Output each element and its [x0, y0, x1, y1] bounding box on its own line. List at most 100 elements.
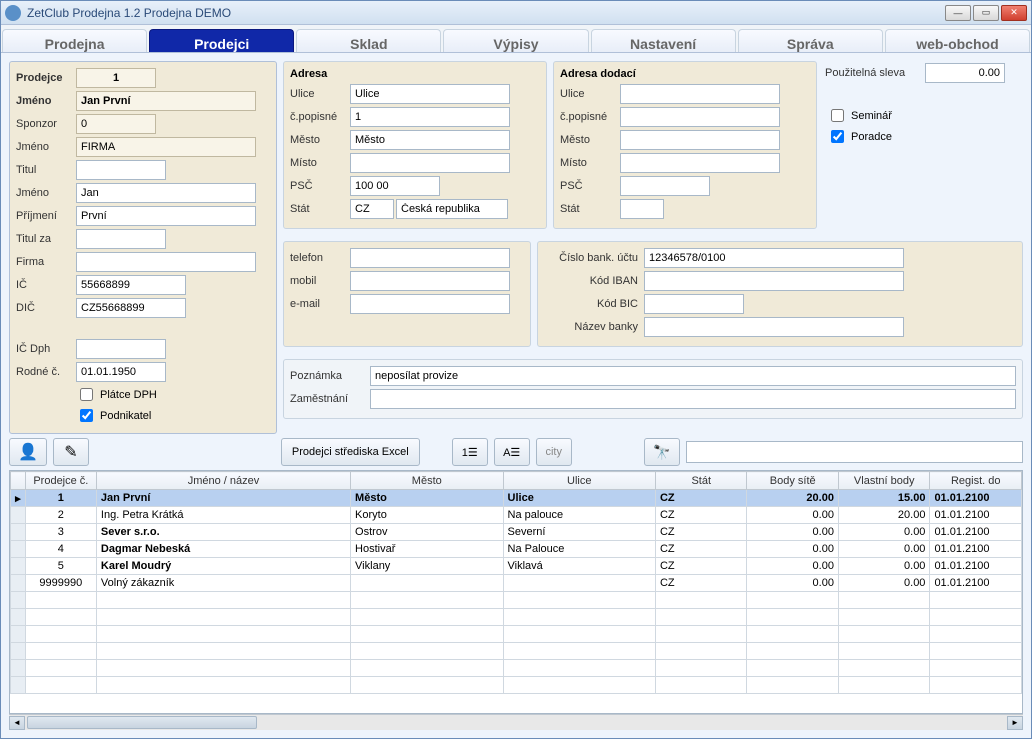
field-rodne[interactable] — [76, 362, 166, 382]
titlebar: ZetClub Prodejna 1.2 Prodejna DEMO — ▭ ✕ — [1, 1, 1031, 25]
horizontal-scrollbar[interactable]: ◄ ► — [9, 714, 1023, 730]
label-poradce: Poradce — [851, 131, 892, 143]
column-header[interactable]: Prodejce č. — [25, 472, 96, 490]
field-dic[interactable] — [76, 298, 186, 318]
field-bic[interactable] — [644, 294, 744, 314]
label-adresa-stat: Stát — [290, 203, 350, 215]
field-dodaci-stat[interactable] — [620, 199, 664, 219]
table-row[interactable]: 2Ing. Petra KrátkáKorytoNa palouceCZ0.00… — [11, 507, 1022, 524]
close-button[interactable]: ✕ — [1001, 5, 1027, 21]
field-nazev-banky[interactable] — [644, 317, 904, 337]
column-header[interactable]: Regist. do — [930, 472, 1022, 490]
field-sponzor[interactable] — [76, 114, 156, 134]
label-platce: Plátce DPH — [100, 389, 157, 401]
label-prodejce: Prodejce — [16, 72, 76, 84]
tab-výpisy[interactable]: Výpisy — [443, 29, 588, 52]
export-excel-button[interactable]: Prodejci střediska Excel — [281, 438, 420, 466]
field-prijmeni[interactable] — [76, 206, 256, 226]
city-icon: city — [545, 446, 562, 458]
field-email[interactable] — [350, 294, 510, 314]
field-firma[interactable] — [76, 252, 256, 272]
sellers-grid[interactable]: Prodejce č.Jméno / názevMěstoUliceStátBo… — [10, 471, 1022, 694]
check-platce[interactable] — [80, 388, 93, 401]
person-button[interactable]: 👤 — [9, 438, 47, 466]
tab-prodejci[interactable]: Prodejci — [149, 29, 294, 52]
table-row[interactable]: ▸1Jan PrvníMěstoUliceCZ20.0015.0001.01.2… — [11, 490, 1022, 507]
table-row-empty — [11, 592, 1022, 609]
scroll-thumb[interactable] — [27, 716, 257, 729]
app-icon — [5, 5, 21, 21]
field-dodaci-mesto[interactable] — [620, 130, 780, 150]
edit-button[interactable]: ✎ — [53, 438, 89, 466]
label-ucet: Číslo bank. účtu — [544, 252, 644, 264]
window-title: ZetClub Prodejna 1.2 Prodejna DEMO — [27, 6, 231, 20]
field-dodaci-misto[interactable] — [620, 153, 780, 173]
label-titulza: Titul za — [16, 233, 76, 245]
label-poznamka: Poznámka — [290, 370, 370, 382]
column-header[interactable]: Ulice — [503, 472, 655, 490]
field-icdph[interactable] — [76, 339, 166, 359]
list1-button[interactable]: 1☰ — [452, 438, 488, 466]
field-titulza[interactable] — [76, 229, 166, 249]
scroll-left-arrow[interactable]: ◄ — [9, 716, 25, 730]
field-adresa-psc[interactable] — [350, 176, 440, 196]
field-poznamka[interactable] — [370, 366, 1016, 386]
column-header[interactable]: Vlastní body — [838, 472, 929, 490]
tab-web-obchod[interactable]: web-obchod — [885, 29, 1030, 52]
tab-prodejna[interactable]: Prodejna — [2, 29, 147, 52]
column-header[interactable]: Město — [351, 472, 503, 490]
column-header[interactable]: Jméno / název — [96, 472, 350, 490]
list2-button[interactable]: A☰ — [494, 438, 530, 466]
field-adresa-misto[interactable] — [350, 153, 510, 173]
field-dodaci-cp[interactable] — [620, 107, 780, 127]
main-tabs: ProdejnaProdejciSkladVýpisyNastaveníSprá… — [1, 25, 1031, 53]
field-dodaci-ulice[interactable] — [620, 84, 780, 104]
check-podnikatel[interactable] — [80, 409, 93, 422]
field-iban[interactable] — [644, 271, 904, 291]
field-zamestnani[interactable] — [370, 389, 1016, 409]
search-input[interactable] — [686, 441, 1023, 463]
table-row-empty — [11, 660, 1022, 677]
field-jmeno3[interactable] — [76, 183, 256, 203]
field-sleva[interactable] — [925, 63, 1005, 83]
field-adresa-cp[interactable] — [350, 107, 510, 127]
city-button[interactable]: city — [536, 438, 572, 466]
field-adresa-mesto[interactable] — [350, 130, 510, 150]
address-header: Adresa — [290, 68, 540, 80]
field-ic[interactable] — [76, 275, 186, 295]
field-dodaci-psc[interactable] — [620, 176, 710, 196]
label-email: e-mail — [290, 298, 350, 310]
label-dodaci-stat: Stát — [560, 203, 620, 215]
table-row[interactable]: 9999990Volný zákazníkCZ0.000.0001.01.210… — [11, 575, 1022, 592]
scroll-right-arrow[interactable]: ► — [1007, 716, 1023, 730]
label-podnikatel: Podnikatel — [100, 410, 151, 422]
search-button[interactable]: 🔭 — [644, 438, 680, 466]
bank-panel: Číslo bank. účtu Kód IBAN Kód BIC Název … — [537, 241, 1023, 347]
tab-nastavení[interactable]: Nastavení — [591, 29, 736, 52]
column-header[interactable]: Body sítě — [747, 472, 838, 490]
field-adresa-stat-code[interactable] — [350, 199, 394, 219]
field-ucet[interactable] — [644, 248, 904, 268]
field-adresa-stat-name[interactable] — [396, 199, 508, 219]
label-adresa-cp: č.popisné — [290, 111, 350, 123]
field-adresa-ulice[interactable] — [350, 84, 510, 104]
field-jmeno1[interactable] — [76, 91, 256, 111]
tab-sklad[interactable]: Sklad — [296, 29, 441, 52]
check-seminar[interactable] — [831, 109, 844, 122]
minimize-button[interactable]: — — [945, 5, 971, 21]
field-telefon[interactable] — [350, 248, 510, 268]
label-bic: Kód BIC — [544, 298, 644, 310]
seller-panel: Prodejce Jméno Sponzor Jméno Titul Jméno… — [9, 61, 277, 434]
field-prodejce[interactable] — [76, 68, 156, 88]
field-titul[interactable] — [76, 160, 166, 180]
check-poradce[interactable] — [831, 130, 844, 143]
table-row[interactable]: 3Sever s.r.o.OstrovSeverníCZ0.000.0001.0… — [11, 524, 1022, 541]
column-header[interactable]: Stát — [655, 472, 746, 490]
maximize-button[interactable]: ▭ — [973, 5, 999, 21]
field-mobil[interactable] — [350, 271, 510, 291]
table-row[interactable]: 4Dagmar NebeskáHostivařNa PalouceCZ0.000… — [11, 541, 1022, 558]
field-jmeno2[interactable] — [76, 137, 256, 157]
table-row[interactable]: 5Karel MoudrýViklanyViklaváCZ0.000.0001.… — [11, 558, 1022, 575]
label-dodaci-misto: Místo — [560, 157, 620, 169]
tab-správa[interactable]: Správa — [738, 29, 883, 52]
